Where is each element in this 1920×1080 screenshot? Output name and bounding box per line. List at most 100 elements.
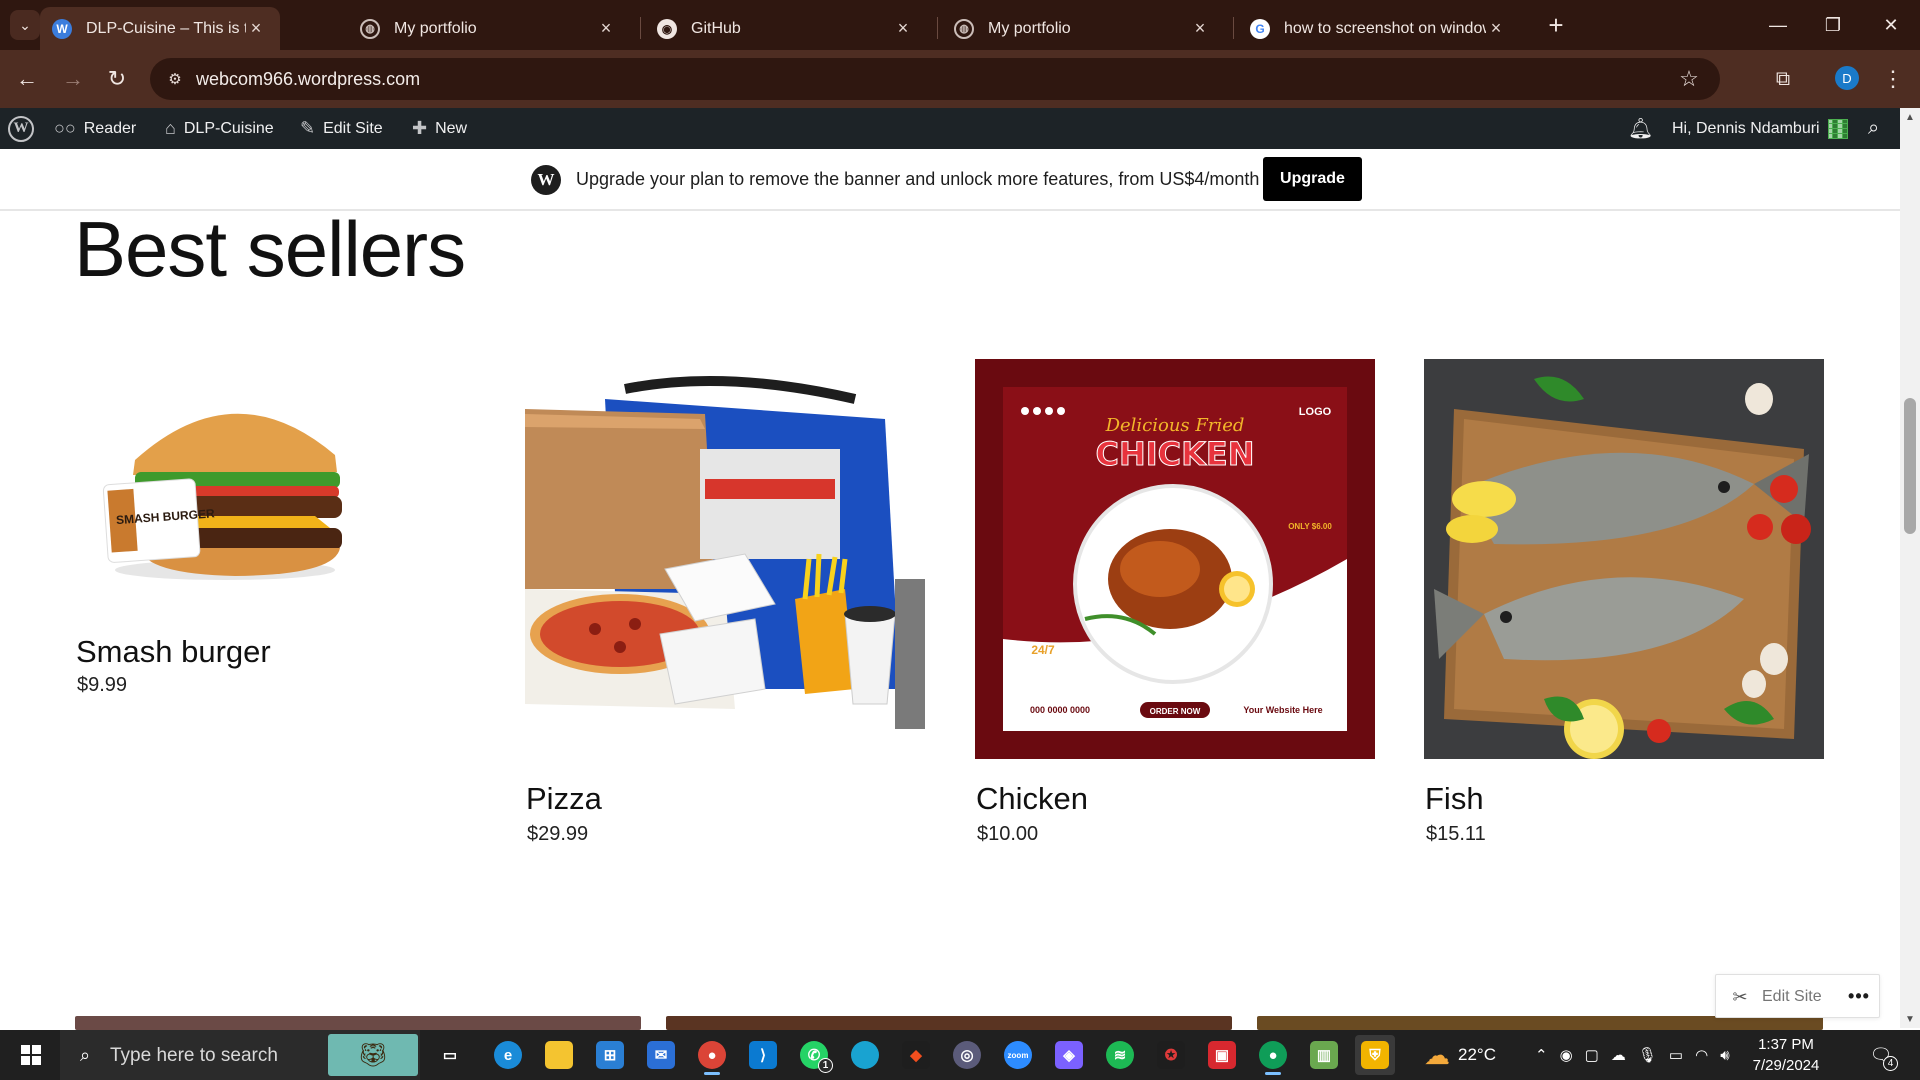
page-scrollbar[interactable]: ▲ ▼: [1900, 108, 1920, 1028]
product-name[interactable]: Pizza: [526, 781, 602, 817]
clock-time: 1:37 PM: [1758, 1036, 1814, 1053]
taskbar-copilot[interactable]: ◈: [1049, 1035, 1089, 1075]
taskbar-edge[interactable]: e: [488, 1035, 528, 1075]
spotify-icon: ≋: [1106, 1041, 1134, 1069]
tab-github[interactable]: ◉ GitHub ×: [645, 7, 927, 50]
site-info-icon[interactable]: ⚙: [162, 66, 188, 92]
taskbar-app-swirl[interactable]: ◎: [947, 1035, 987, 1075]
glasses-icon: ○○: [54, 118, 76, 138]
product-image[interactable]: LOGO Delicious Fried CHICKEN ONLY $6.00 …: [975, 359, 1375, 759]
notifications-button[interactable]: 🔔︎: [1628, 108, 1661, 149]
scroll-thumb[interactable]: [1904, 398, 1916, 534]
next-row-image-2[interactable]: [666, 1016, 1232, 1030]
next-row-image-3[interactable]: [1257, 1016, 1823, 1030]
extensions-button[interactable]: ⧉: [1766, 62, 1800, 96]
tab-title: how to screenshot on windows: [1284, 19, 1486, 37]
bookmark-star-icon[interactable]: ☆: [1674, 64, 1704, 94]
taskbar-mail[interactable]: ✉: [641, 1035, 681, 1075]
taskbar-zoom[interactable]: zoom: [998, 1035, 1038, 1075]
reader-link[interactable]: ○○ Reader: [54, 108, 136, 149]
account-menu[interactable]: Hi, Dennis Ndamburi: [1672, 108, 1848, 149]
product-image[interactable]: SMASH BURGER: [75, 360, 475, 600]
site-name-link[interactable]: ⌂ DLP-Cuisine: [165, 108, 274, 149]
edit-site-button[interactable]: Edit Site: [1762, 988, 1822, 1006]
search-highlight-image: 🐯︎: [328, 1034, 418, 1076]
taskbar-security[interactable]: ⛨: [1355, 1035, 1395, 1075]
wp-menu-button[interactable]: W: [8, 108, 34, 149]
upgrade-button[interactable]: Upgrade: [1263, 157, 1362, 201]
profile-avatar[interactable]: D: [1835, 66, 1859, 90]
product-image[interactable]: [525, 359, 925, 759]
minimize-button[interactable]: —: [1756, 8, 1800, 42]
product-card-pizza[interactable]: Pizza $29.99: [525, 359, 925, 859]
product-image[interactable]: [1424, 359, 1824, 759]
close-icon[interactable]: ×: [1190, 18, 1210, 39]
taskbar-screen-recorder[interactable]: ▣: [1202, 1035, 1242, 1075]
close-icon[interactable]: ×: [246, 18, 266, 39]
taskbar-spotify[interactable]: ≋: [1100, 1035, 1140, 1075]
page-title: Best sellers: [74, 205, 466, 293]
tab-my-portfolio-1[interactable]: ◍ My portfolio ×: [348, 7, 630, 50]
taskbar-figma[interactable]: ◆: [896, 1035, 936, 1075]
volume-icon[interactable]: 🔊︎: [1720, 1047, 1729, 1064]
browser-menu-button[interactable]: ⋮: [1880, 62, 1906, 96]
onedrive-icon[interactable]: ☁: [1611, 1046, 1626, 1064]
tab-how-to-screenshot[interactable]: G how to screenshot on windows ×: [1238, 7, 1520, 50]
browser-toolbar: ← → ↻ ⚙ webcom966.wordpress.com ☆ ⧉ ⋮: [0, 50, 1920, 108]
record-icon[interactable]: ◉: [1560, 1046, 1573, 1064]
tab-search-button[interactable]: ⌄: [10, 10, 40, 40]
taskbar-search[interactable]: ⌕ Type here to search 🐯︎: [60, 1030, 420, 1080]
product-name[interactable]: Fish: [1425, 781, 1484, 817]
more-options-icon[interactable]: •••: [1844, 981, 1874, 1011]
weather-widget[interactable]: ☁ 22°C: [1424, 1030, 1496, 1080]
taskbar-app-red[interactable]: ✪: [1151, 1035, 1191, 1075]
taskbar-vscode[interactable]: ⟩: [743, 1035, 783, 1075]
github-icon: ◉: [657, 18, 677, 39]
taskbar-app-green[interactable]: ▥: [1304, 1035, 1344, 1075]
product-card-smash-burger[interactable]: SMASH BURGER Smash burger $9.99: [75, 360, 475, 710]
new-content-link[interactable]: ✚ New: [412, 108, 467, 149]
meet-icon[interactable]: ▢: [1585, 1046, 1599, 1064]
forward-button[interactable]: →: [56, 62, 90, 96]
battery-icon[interactable]: ▭: [1669, 1046, 1683, 1064]
taskbar-clock[interactable]: 1:37 PM 7/29/2024: [1740, 1034, 1832, 1076]
chevron-down-icon: ⌄: [19, 16, 31, 33]
product-name[interactable]: Chicken: [976, 781, 1088, 817]
product-card-fish[interactable]: Fish $15.11: [1424, 359, 1824, 859]
product-name[interactable]: Smash burger: [76, 634, 271, 670]
taskbar-whatsapp[interactable]: ✆ 1: [794, 1035, 834, 1075]
scroll-down-arrow-icon[interactable]: ▼: [1900, 1010, 1920, 1028]
back-button[interactable]: ←: [10, 62, 44, 96]
taskbar-chrome[interactable]: ●: [692, 1035, 732, 1075]
tab-dlp-cuisine[interactable]: W DLP-Cuisine – This is the homep ×: [40, 7, 280, 50]
chrome-icon: ●: [698, 1041, 726, 1069]
tab-title: DLP-Cuisine – This is the homep: [86, 19, 246, 37]
next-row-image-1[interactable]: [75, 1016, 641, 1030]
taskbar-chrome-2[interactable]: ●: [1253, 1035, 1293, 1075]
address-bar[interactable]: ⚙ webcom966.wordpress.com ☆: [150, 58, 1720, 100]
reload-button[interactable]: ↻: [100, 62, 134, 96]
admin-search-button[interactable]: ⌕: [1868, 108, 1887, 149]
task-view-button[interactable]: ▭: [430, 1035, 470, 1075]
close-icon[interactable]: ×: [596, 18, 616, 39]
close-window-button[interactable]: ✕: [1869, 8, 1913, 42]
taskbar-store[interactable]: ⊞: [590, 1035, 630, 1075]
windows-start-button[interactable]: [10, 1039, 50, 1071]
product-card-chicken[interactable]: LOGO Delicious Fried CHICKEN ONLY $6.00 …: [975, 359, 1375, 859]
taskbar-file-explorer[interactable]: [539, 1035, 579, 1075]
tray-overflow-icon[interactable]: ⌃: [1535, 1046, 1548, 1064]
taskbar-edge-dev[interactable]: [845, 1035, 885, 1075]
scroll-up-arrow-icon[interactable]: ▲: [1900, 108, 1920, 126]
new-label: New: [435, 119, 468, 137]
new-tab-button[interactable]: +: [1541, 10, 1571, 40]
url-text[interactable]: webcom966.wordpress.com: [196, 69, 420, 90]
close-icon[interactable]: ×: [893, 18, 913, 39]
notification-center-button[interactable]: 🗨︎ 4: [1868, 1042, 1898, 1071]
microphone-icon[interactable]: 🎙︎: [1638, 1046, 1657, 1064]
tab-my-portfolio-2[interactable]: ◍ My portfolio ×: [942, 7, 1224, 50]
edit-site-link[interactable]: ✎ Edit Site: [300, 108, 383, 149]
wifi-icon[interactable]: ◠: [1695, 1046, 1708, 1064]
close-icon[interactable]: ×: [1486, 18, 1506, 39]
chrome-icon: ●: [1259, 1041, 1287, 1069]
restore-button[interactable]: ❐: [1811, 8, 1855, 42]
